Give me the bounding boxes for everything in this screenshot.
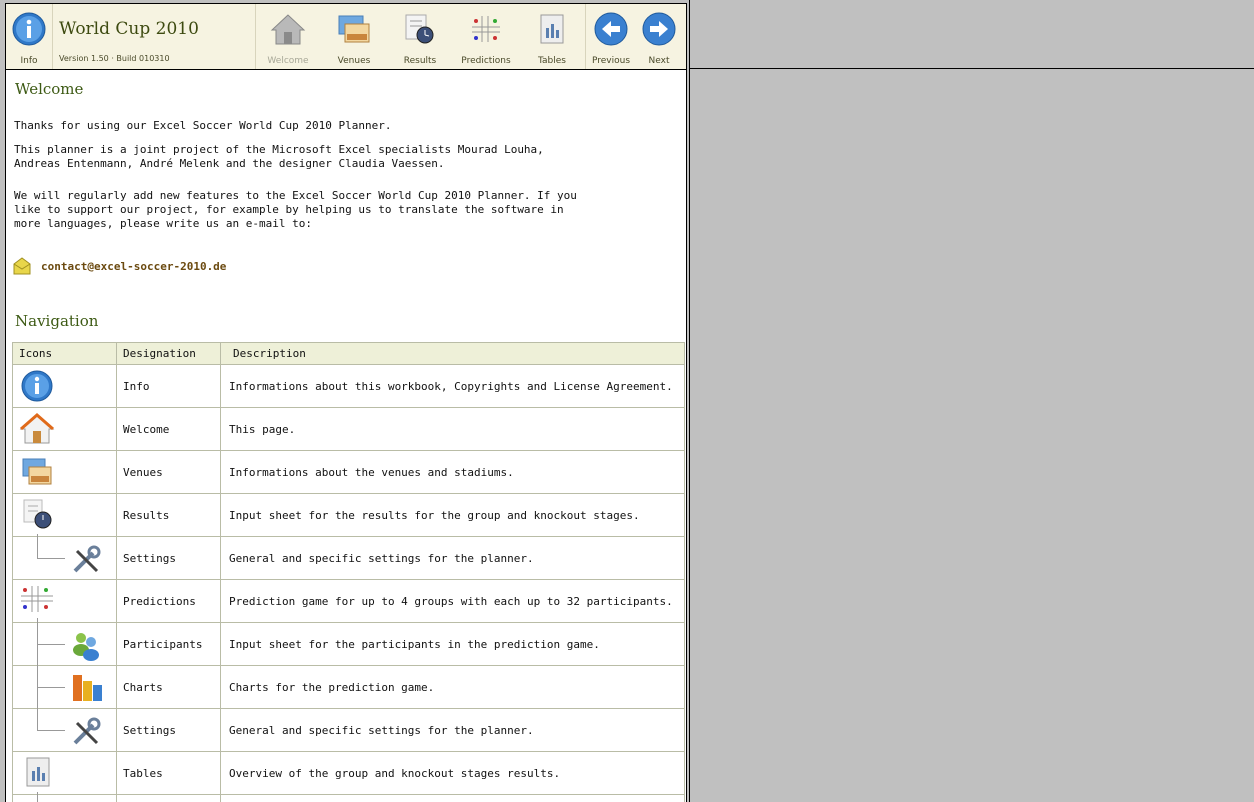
venues-icon bbox=[338, 15, 370, 43]
row-description: Input sheet for the participants in the … bbox=[220, 622, 685, 666]
table-row: Results Input sheet for the results for … bbox=[12, 493, 685, 537]
welcome-text-1: Thanks for using our Excel Soccer World … bbox=[14, 119, 392, 132]
previous-label: Previous bbox=[591, 56, 631, 66]
welcome-text-2: This planner is a joint project of the M… bbox=[14, 143, 544, 170]
row-designation: Charts bbox=[116, 665, 221, 709]
tables-button[interactable]: Tables bbox=[522, 4, 582, 69]
row-designation bbox=[116, 794, 221, 802]
table-row: Tables Overview of the group and knockou… bbox=[12, 751, 685, 795]
icon-cell bbox=[12, 450, 117, 494]
tables-label: Tables bbox=[538, 56, 566, 66]
navigation-table: Icons Designation Description Info Infor… bbox=[12, 342, 685, 802]
icon-cell bbox=[12, 364, 117, 408]
welcome-text-3: We will regularly add new features to th… bbox=[14, 189, 577, 230]
row-description: General and specific settings for the pl… bbox=[220, 708, 685, 752]
row-description: General and specific settings for the pl… bbox=[220, 536, 685, 580]
icon-cell bbox=[12, 579, 117, 623]
row-description: Charts for the prediction game. bbox=[220, 665, 685, 709]
icon-cell bbox=[12, 708, 117, 752]
welcome-button[interactable]: Welcome bbox=[258, 4, 318, 69]
venues-label: Venues bbox=[337, 56, 371, 66]
next-button[interactable]: Next bbox=[636, 4, 682, 69]
participants-icon bbox=[73, 633, 99, 661]
column-header-icons: Icons bbox=[12, 342, 117, 365]
toolbar: Info World Cup 2010 Version 1.50 · Build… bbox=[6, 3, 686, 70]
row-designation: Settings bbox=[116, 708, 221, 752]
table-row: Info Informations about this workbook, C… bbox=[12, 364, 685, 408]
results-icon bbox=[405, 14, 434, 44]
icon-cell bbox=[12, 622, 117, 666]
row-designation: Settings bbox=[116, 536, 221, 580]
results-icon bbox=[23, 499, 52, 529]
home-icon bbox=[19, 413, 55, 444]
app-version: Version 1.50 · Build 010310 bbox=[59, 54, 170, 63]
row-designation: Participants bbox=[116, 622, 221, 666]
row-designation: Predictions bbox=[116, 579, 221, 623]
tables-icon bbox=[26, 757, 50, 787]
predictions-button[interactable]: Predictions bbox=[456, 4, 516, 69]
table-row: Participants Input sheet for the partici… bbox=[12, 622, 685, 666]
table-row: Welcome This page. bbox=[12, 407, 685, 451]
row-designation: Results bbox=[116, 493, 221, 537]
icon-cell bbox=[12, 794, 117, 802]
home-icon bbox=[270, 14, 306, 45]
predictions-icon bbox=[472, 16, 500, 42]
info-icon bbox=[12, 12, 46, 46]
venues-icon bbox=[22, 458, 52, 485]
column-header-description: Description bbox=[220, 342, 685, 365]
table-row: Predictions Prediction game for up to 4 … bbox=[12, 579, 685, 623]
info-button[interactable]: Info bbox=[6, 4, 52, 69]
icon-cell bbox=[12, 493, 117, 537]
tables-icon bbox=[540, 14, 564, 44]
row-designation: Venues bbox=[116, 450, 221, 494]
icon-cell bbox=[12, 407, 117, 451]
row-description: Informations about the venues and stadiu… bbox=[220, 450, 685, 494]
table-row: Charts Charts for the prediction game. bbox=[12, 665, 685, 709]
previous-button[interactable]: Previous bbox=[588, 4, 634, 69]
row-designation: Tables bbox=[116, 751, 221, 795]
charts-icon bbox=[73, 675, 102, 701]
predictions-icon bbox=[21, 586, 53, 612]
settings-icon bbox=[73, 545, 101, 573]
icon-cell bbox=[12, 665, 117, 709]
welcome-label: Welcome bbox=[267, 56, 309, 66]
next-label: Next bbox=[648, 56, 670, 66]
results-button[interactable]: Results bbox=[390, 4, 450, 69]
table-row: Venues Informations about the venues and… bbox=[12, 450, 685, 494]
email-icon bbox=[13, 257, 31, 275]
email-link[interactable]: contact@excel-soccer-2010.de bbox=[41, 260, 226, 273]
navigation-heading: Navigation bbox=[15, 312, 99, 330]
results-label: Results bbox=[403, 56, 437, 66]
info-label: Info bbox=[20, 56, 38, 66]
icon-cell bbox=[12, 536, 117, 580]
app-title: World Cup 2010 bbox=[59, 19, 199, 39]
row-designation: Info bbox=[116, 364, 221, 408]
icon-cell bbox=[12, 751, 117, 795]
info-icon bbox=[21, 370, 53, 402]
table-row: Settings General and specific settings f… bbox=[12, 536, 685, 580]
settings-icon bbox=[73, 717, 101, 745]
row-description bbox=[220, 794, 685, 802]
row-designation: Welcome bbox=[116, 407, 221, 451]
welcome-heading: Welcome bbox=[15, 80, 84, 98]
column-header-designation: Designation bbox=[116, 342, 221, 365]
arrow-left-icon bbox=[594, 12, 628, 46]
row-description: Prediction game for up to 4 groups with … bbox=[220, 579, 685, 623]
row-description: Informations about this workbook, Copyri… bbox=[220, 364, 685, 408]
table-row bbox=[12, 794, 685, 802]
worksheet: Info World Cup 2010 Version 1.50 · Build… bbox=[5, 3, 687, 802]
arrow-right-icon bbox=[642, 12, 676, 46]
predictions-label: Predictions bbox=[461, 56, 511, 66]
row-description: Input sheet for the results for the grou… bbox=[220, 493, 685, 537]
row-description: Overview of the group and knockout stage… bbox=[220, 751, 685, 795]
row-description: This page. bbox=[220, 407, 685, 451]
table-header-row: Icons Designation Description bbox=[12, 342, 685, 365]
venues-button[interactable]: Venues bbox=[324, 4, 384, 69]
table-row: Settings General and specific settings f… bbox=[12, 708, 685, 752]
